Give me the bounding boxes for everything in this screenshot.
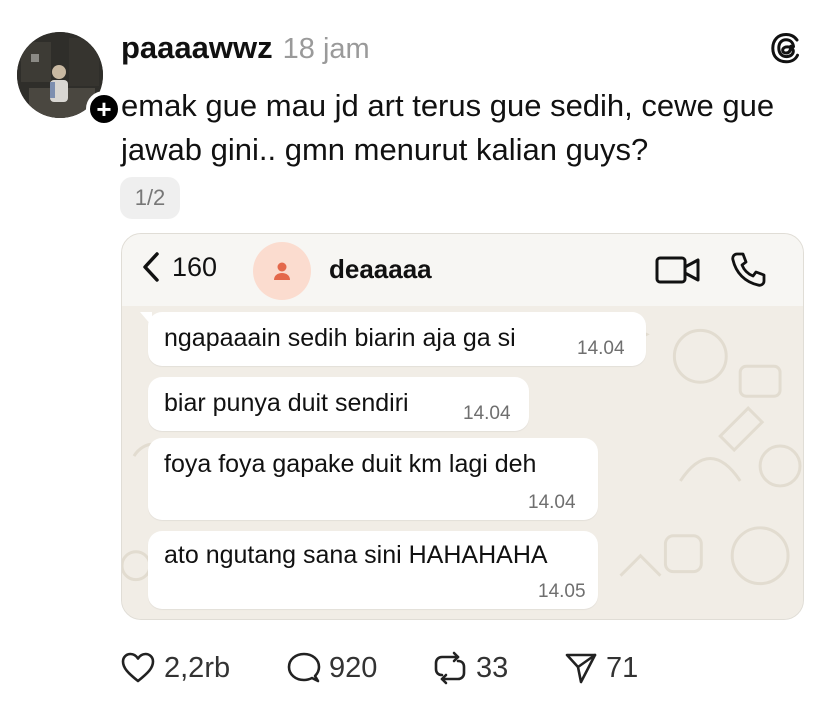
message-time: 14.04 xyxy=(463,403,511,424)
message-bubble[interactable]: ngapaaain sedih biarin aja ga si 14.04 xyxy=(140,312,646,366)
message-text: biar punya duit sendiri xyxy=(164,389,409,417)
bubble-tail xyxy=(140,312,152,326)
follow-button[interactable]: + xyxy=(86,91,122,127)
send-icon xyxy=(565,653,597,684)
page-indicator-badge: 1/2 xyxy=(120,177,180,219)
share-button[interactable]: 71 xyxy=(564,646,638,690)
message-bubble[interactable]: biar punya duit sendiri 14.04 xyxy=(148,377,529,431)
unread-count: 160 xyxy=(172,251,218,282)
post-text: emak gue mau jd art terus gue sedih, cew… xyxy=(121,88,775,167)
username[interactable]: paaaawwz xyxy=(121,30,273,66)
reply-count: 920 xyxy=(329,651,378,684)
message-time: 14.04 xyxy=(577,338,625,359)
contact-name[interactable]: deaaaaa xyxy=(329,254,432,285)
comment-bubble-icon xyxy=(287,652,321,683)
repost-button[interactable]: 33 xyxy=(432,646,508,690)
message-bubble[interactable]: ato ngutang sana sini HAHAHAHA 14.05 xyxy=(148,531,598,609)
message-time: 14.05 xyxy=(538,581,586,602)
heart-icon xyxy=(121,652,155,683)
message-text: foya foya gapake duit km lagi deh xyxy=(164,450,537,478)
message-time: 14.04 xyxy=(528,492,576,513)
like-count: 2,2rb xyxy=(164,651,231,684)
person-icon xyxy=(274,262,290,280)
reply-button[interactable]: 920 xyxy=(287,646,377,690)
phone-icon[interactable] xyxy=(728,250,768,290)
author-avatar-container[interactable]: + xyxy=(17,32,122,127)
post-header: paaaawwz 18 jam xyxy=(121,30,370,66)
repost-icon xyxy=(434,651,466,685)
message-text: ato ngutang sana sini HAHAHAHA xyxy=(164,541,548,569)
post-action-bar: 2,2rb 920 33 71 xyxy=(120,646,680,690)
like-button[interactable]: 2,2rb xyxy=(120,646,230,690)
chat-header: 160 deaaaaa xyxy=(122,234,803,306)
chat-screenshot-image[interactable]: 160 deaaaaa ngapaaain sedih biarin aja g… xyxy=(121,233,804,620)
message-text: ngapaaain sedih biarin aja ga si xyxy=(164,324,516,352)
message-bubble[interactable]: foya foya gapake duit km lagi deh 14.04 xyxy=(148,438,598,520)
plus-icon: + xyxy=(96,94,112,124)
post-timestamp: 18 jam xyxy=(282,33,370,65)
contact-avatar[interactable] xyxy=(253,242,311,300)
chevron-left-icon xyxy=(143,252,159,282)
threads-logo-icon[interactable] xyxy=(768,30,804,66)
video-call-icon[interactable] xyxy=(655,254,701,286)
back-button[interactable]: 160 xyxy=(140,250,217,284)
repost-count: 33 xyxy=(476,651,509,684)
share-count: 71 xyxy=(606,651,639,684)
